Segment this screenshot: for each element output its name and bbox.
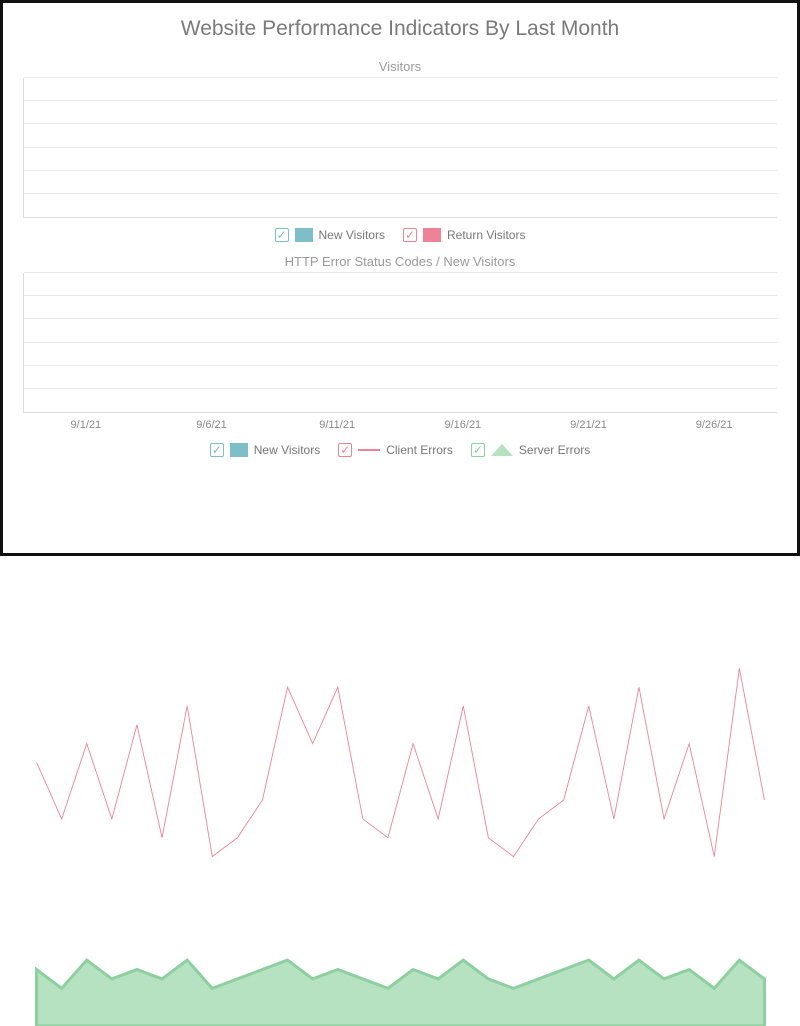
swatch-icon xyxy=(423,228,441,242)
swatch-icon xyxy=(230,443,248,457)
visitors-chart xyxy=(23,78,777,218)
visitors-chart-title: Visitors xyxy=(3,59,797,74)
xaxis-tick: 9/26/21 xyxy=(696,419,733,431)
legend-return-visitors[interactable]: Return Visitors xyxy=(403,228,525,242)
xaxis-tick: 9/11/21 xyxy=(319,419,355,431)
errors-xaxis: 9/1/21 9/6/21 9/11/21 9/16/21 9/21/21 9/26/21 xyxy=(23,419,777,433)
errors-panel: HTTP Error Status Codes / New Visitors 9… xyxy=(3,254,797,457)
legend-label: New Visitors xyxy=(254,443,320,457)
xaxis-tick: 9/21/21 xyxy=(570,419,607,431)
legend-label: Return Visitors xyxy=(447,228,525,242)
visitors-panel: Visitors New Visitors Return Visitors xyxy=(3,59,797,242)
page-title: Website Performance Indicators By Last M… xyxy=(3,3,797,51)
xaxis-tick: 9/6/21 xyxy=(196,419,227,431)
xaxis-tick: 9/1/21 xyxy=(71,419,102,431)
line-sample-icon xyxy=(358,449,380,451)
legend-client-errors[interactable]: Client Errors xyxy=(338,443,453,457)
swatch-icon xyxy=(295,228,313,242)
legend-server-errors[interactable]: Server Errors xyxy=(471,443,590,457)
checkbox-icon[interactable] xyxy=(210,443,224,457)
errors-chart xyxy=(23,273,777,413)
legend-new-visitors[interactable]: New Visitors xyxy=(210,443,320,457)
checkbox-icon[interactable] xyxy=(275,228,289,242)
checkbox-icon[interactable] xyxy=(338,443,352,457)
triangle-sample-icon xyxy=(491,444,513,456)
xaxis-tick: 9/16/21 xyxy=(444,419,481,431)
checkbox-icon[interactable] xyxy=(471,443,485,457)
legend-label: Client Errors xyxy=(386,443,453,457)
checkbox-icon[interactable] xyxy=(403,228,417,242)
visitors-legend: New Visitors Return Visitors xyxy=(3,228,797,242)
legend-label: New Visitors xyxy=(319,228,385,242)
legend-label: Server Errors xyxy=(519,443,590,457)
errors-chart-title: HTTP Error Status Codes / New Visitors xyxy=(3,254,797,269)
errors-legend: New Visitors Client Errors Server Errors xyxy=(3,443,797,457)
legend-new-visitors[interactable]: New Visitors xyxy=(275,228,385,242)
